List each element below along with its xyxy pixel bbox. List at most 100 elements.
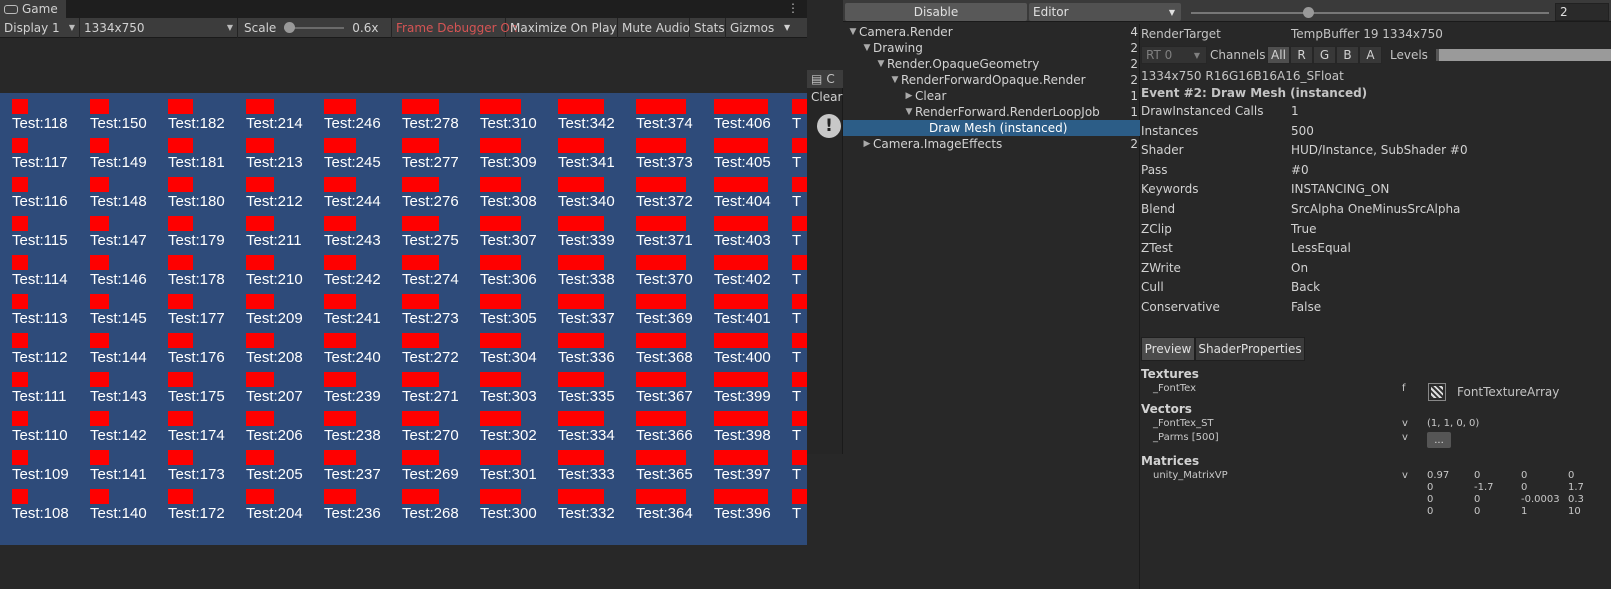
matrix-cell: 0 bbox=[1474, 494, 1481, 505]
channel-g-button[interactable]: G bbox=[1313, 46, 1336, 64]
red-bar bbox=[636, 450, 686, 465]
mute-audio-button[interactable]: Mute Audio bbox=[618, 17, 690, 38]
texture-thumbnail-icon[interactable] bbox=[1428, 383, 1446, 401]
red-bar bbox=[12, 216, 28, 231]
red-bar bbox=[168, 294, 193, 309]
console-icon: ▤ bbox=[811, 72, 823, 86]
test-label: T bbox=[792, 349, 802, 366]
test-label: Test:146 bbox=[90, 271, 147, 288]
tree-item[interactable]: ▼ Camera.Render 4 bbox=[843, 24, 1140, 40]
red-bar bbox=[714, 333, 768, 348]
event-slider-thumb[interactable] bbox=[1303, 7, 1314, 18]
tree-item[interactable]: ▶ Camera.ImageEffects 2 bbox=[843, 136, 1140, 152]
kebab-menu-icon[interactable]: ⋮ bbox=[787, 1, 799, 15]
test-label: Test:243 bbox=[324, 232, 381, 249]
test-label: Test:277 bbox=[402, 154, 459, 171]
matrix-cell: -0.0003 bbox=[1521, 494, 1560, 505]
tree-item[interactable]: ▼ RenderForwardOpaque.Render 2 bbox=[843, 72, 1140, 88]
test-label: T bbox=[792, 427, 802, 444]
tree-item[interactable]: ▼ RenderForward.RenderLoopJob 1 bbox=[843, 104, 1140, 120]
game-toolbar: Display 1 ▼ 1334x750 ▼ Scale 0.6x Frame … bbox=[0, 17, 807, 38]
resolution-dropdown[interactable]: 1334x750 ▼ bbox=[80, 17, 238, 38]
test-label: Test:145 bbox=[90, 310, 147, 327]
rt-dropdown-label: RT 0 bbox=[1146, 48, 1173, 62]
red-bar bbox=[324, 255, 356, 270]
gizmos-dropdown-arrow[interactable]: ▼ bbox=[780, 18, 798, 38]
test-label: Test:213 bbox=[246, 154, 303, 171]
tree-item-count: 1 bbox=[1130, 89, 1138, 103]
red-bar bbox=[480, 294, 521, 309]
gizmos-button[interactable]: Gizmos bbox=[726, 18, 780, 38]
disable-button[interactable]: Disable bbox=[845, 3, 1027, 21]
property-name: Shader bbox=[1141, 143, 1184, 158]
target-dropdown-label: Editor bbox=[1033, 5, 1069, 19]
channel-all-button[interactable]: All bbox=[1267, 46, 1290, 64]
event-index-field[interactable]: 2 bbox=[1555, 3, 1609, 21]
property-value: LessEqual bbox=[1291, 241, 1351, 256]
test-label: Test:174 bbox=[168, 427, 225, 444]
red-bar bbox=[90, 411, 109, 426]
levels-slider[interactable] bbox=[1436, 49, 1611, 61]
property-name: ZTest bbox=[1141, 241, 1173, 256]
expanded-arrow-icon[interactable]: ▼ bbox=[861, 43, 873, 53]
scale-slider-thumb[interactable] bbox=[284, 21, 296, 33]
collapsed-arrow-icon[interactable]: ▶ bbox=[903, 91, 915, 101]
test-label: Test:150 bbox=[90, 115, 147, 132]
game-tab-bar: Game ⋮ bbox=[0, 0, 807, 18]
console-clear-button[interactable]: Clear bbox=[811, 90, 842, 104]
test-label: Test:335 bbox=[558, 388, 615, 405]
red-bar bbox=[480, 99, 521, 114]
display-dropdown[interactable]: Display 1 ▼ bbox=[0, 17, 80, 38]
test-label: Test:110 bbox=[12, 427, 68, 444]
red-bar bbox=[714, 372, 768, 387]
tab-preview[interactable]: Preview bbox=[1141, 337, 1195, 361]
expanded-arrow-icon[interactable]: ▼ bbox=[847, 27, 859, 37]
tree-item-count: 4 bbox=[1130, 25, 1138, 39]
game-tab[interactable]: Game bbox=[0, 0, 66, 18]
expanded-arrow-icon[interactable]: ▼ bbox=[889, 75, 901, 85]
maximize-on-play-button[interactable]: Maximize On Play bbox=[506, 17, 618, 38]
channel-r-button[interactable]: R bbox=[1290, 46, 1313, 64]
tab-shader-properties[interactable]: ShaderProperties bbox=[1195, 337, 1305, 361]
test-label: Test:175 bbox=[168, 388, 225, 405]
tree-item-count: 2 bbox=[1130, 73, 1138, 87]
event-slider[interactable] bbox=[1191, 12, 1549, 14]
property-value: SrcAlpha OneMinusSrcAlpha bbox=[1291, 202, 1461, 216]
game-view[interactable]: Test:118 Test:150 Test:182 Test:214 Test:246… bbox=[0, 93, 807, 545]
red-bar bbox=[246, 489, 274, 504]
render-target-value: TempBuffer 19 1334x750 bbox=[1291, 27, 1443, 41]
tree-item[interactable]: Draw Mesh (instanced) bbox=[843, 120, 1140, 136]
property-name: Cull bbox=[1141, 280, 1164, 295]
console-tab[interactable]: ▤ C bbox=[807, 70, 843, 88]
expanded-arrow-icon[interactable]: ▼ bbox=[903, 107, 915, 117]
chevron-down-icon: ▼ bbox=[68, 23, 75, 32]
red-bar bbox=[90, 216, 109, 231]
test-label: Test:177 bbox=[168, 310, 225, 327]
rt-dropdown[interactable]: RT 0 ▼ bbox=[1141, 46, 1207, 64]
target-dropdown[interactable]: Editor ▼ bbox=[1029, 3, 1181, 21]
parms-expand-button[interactable]: ... bbox=[1427, 432, 1451, 448]
tree-item[interactable]: ▼ Render.OpaqueGeometry 2 bbox=[843, 56, 1140, 72]
collapsed-arrow-icon[interactable]: ▶ bbox=[861, 139, 873, 149]
red-bar bbox=[402, 177, 439, 192]
vectors-heading: Vectors bbox=[1141, 402, 1192, 416]
tree-item-count: 2 bbox=[1130, 41, 1138, 55]
scale-slider[interactable] bbox=[284, 21, 345, 33]
channel-b-button[interactable]: B bbox=[1336, 46, 1359, 64]
tree-item[interactable]: ▼ Drawing 2 bbox=[843, 40, 1140, 56]
tree-item[interactable]: ▶ Clear 1 bbox=[843, 88, 1140, 104]
stats-button[interactable]: Stats bbox=[690, 17, 726, 38]
textures-heading: Textures bbox=[1141, 367, 1199, 381]
test-label: Test:341 bbox=[558, 154, 615, 171]
red-bar bbox=[480, 333, 521, 348]
test-label: Test:300 bbox=[480, 505, 537, 522]
test-label: Test:212 bbox=[246, 193, 303, 210]
test-label: Test:205 bbox=[246, 466, 303, 483]
property-row: Shader HUD/Instance, SubShader #0 bbox=[1140, 143, 1611, 161]
expanded-arrow-icon[interactable]: ▼ bbox=[875, 59, 887, 69]
test-label: Test:365 bbox=[636, 466, 693, 483]
red-bar bbox=[402, 450, 439, 465]
test-label: Test:236 bbox=[324, 505, 381, 522]
channel-a-button[interactable]: A bbox=[1359, 46, 1382, 64]
property-value: INSTANCING_ON bbox=[1291, 182, 1390, 197]
